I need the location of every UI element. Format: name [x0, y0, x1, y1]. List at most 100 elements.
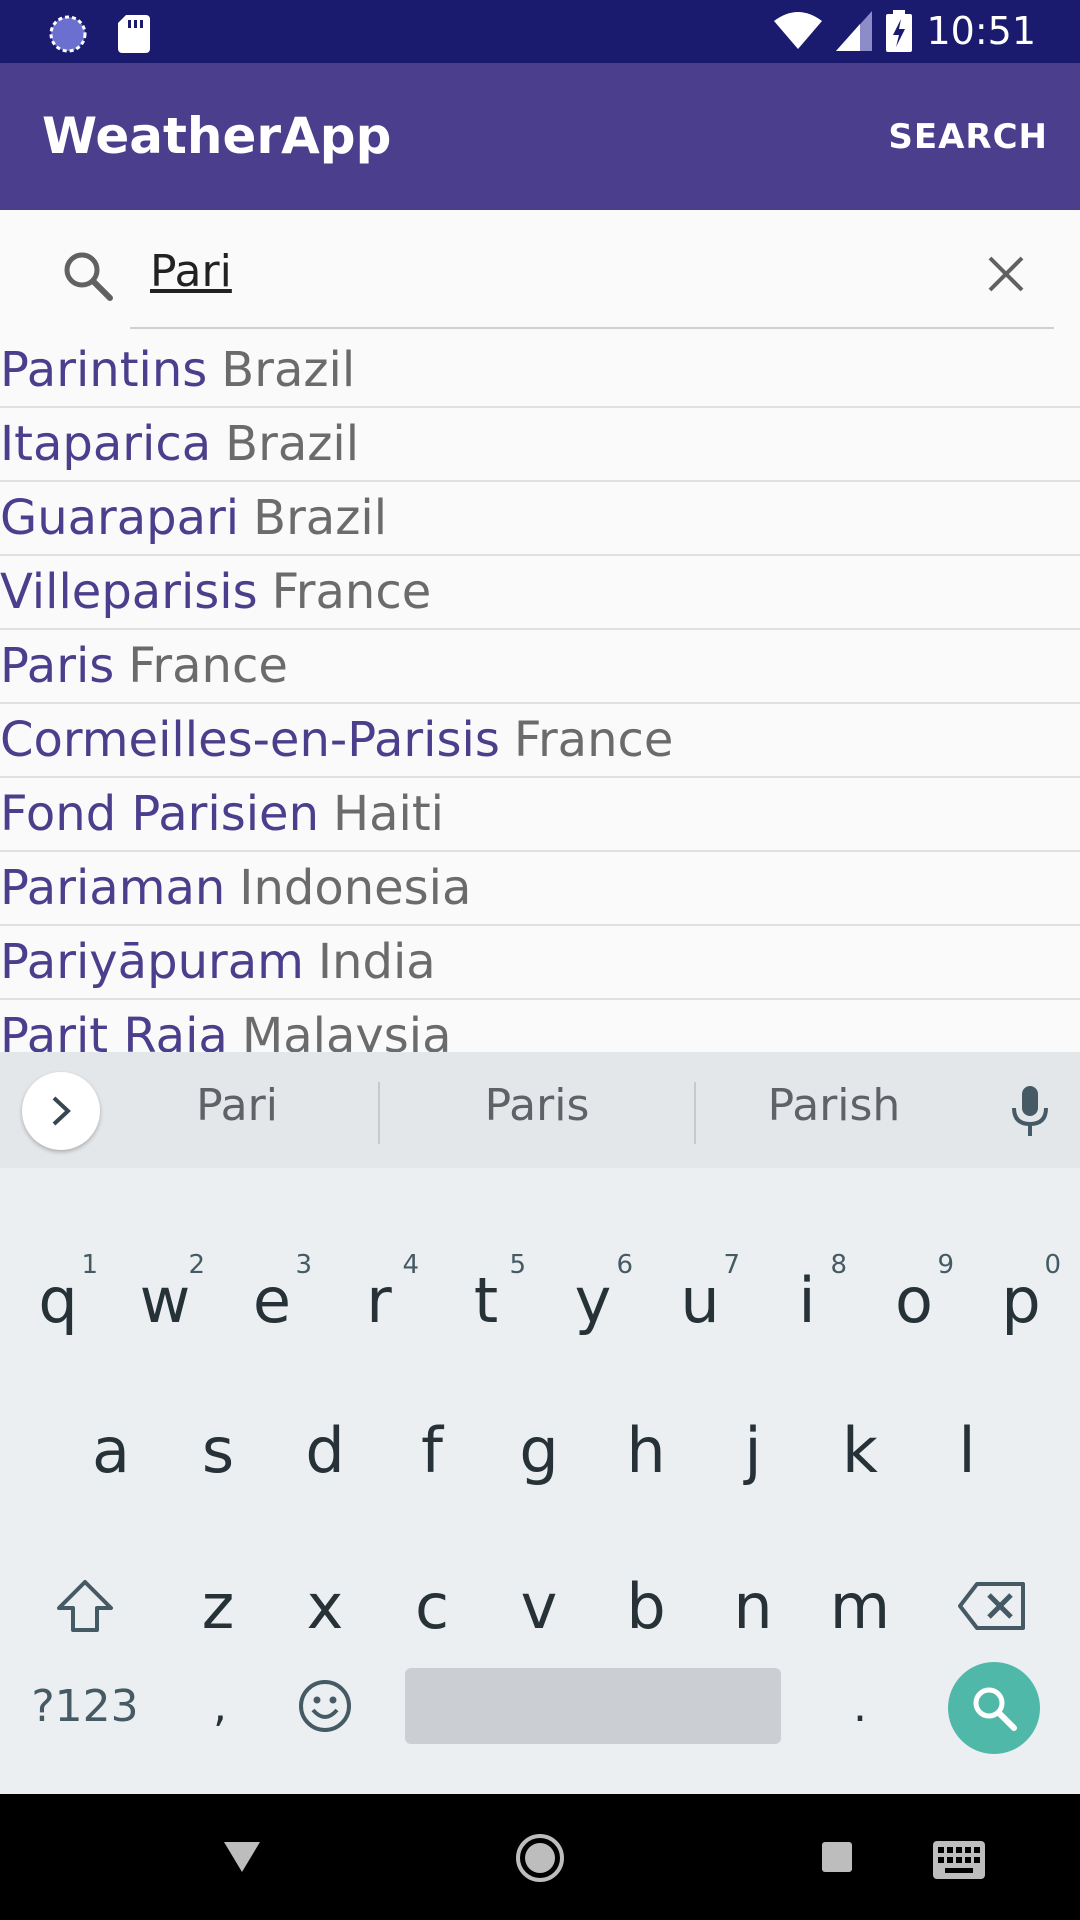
key-h[interactable]: h [596, 1390, 696, 1510]
key-w[interactable]: w2 [115, 1240, 215, 1360]
key-hint: 2 [188, 1250, 205, 1280]
key-u[interactable]: u7 [650, 1240, 750, 1360]
country-name: Indonesia [239, 860, 472, 916]
country-name: Haiti [332, 786, 444, 842]
key-s[interactable]: s [168, 1390, 268, 1510]
key-j[interactable]: j [703, 1390, 803, 1510]
list-item[interactable]: Paris France [0, 630, 1080, 704]
suggestion-1[interactable]: Pari [137, 1080, 337, 1131]
suggestion-strip: Pari Paris Parish [0, 1052, 1080, 1168]
city-name: Parintins [0, 342, 208, 398]
key-g[interactable]: g [489, 1390, 589, 1510]
country-name: Brazil [253, 490, 388, 546]
suggestion-divider [694, 1082, 696, 1144]
recents-nav-icon[interactable] [820, 1840, 854, 1874]
suggestion-3[interactable]: Parish [734, 1080, 934, 1131]
key-n[interactable]: n [703, 1546, 803, 1666]
key-hint: 9 [937, 1250, 954, 1280]
key-hint: 4 [402, 1250, 419, 1280]
key-label: k [842, 1413, 878, 1487]
key-y[interactable]: y6 [543, 1240, 643, 1360]
key-z[interactable]: z [168, 1546, 268, 1666]
key-q[interactable]: q1 [8, 1240, 108, 1360]
key-c[interactable]: c [382, 1546, 482, 1666]
city-name: Pariyāpuram [0, 934, 304, 990]
symbols-key[interactable]: ?123 [20, 1646, 150, 1766]
key-label: y [574, 1263, 612, 1337]
key-m[interactable]: m [810, 1546, 910, 1666]
list-item[interactable]: Itaparica Brazil [0, 408, 1080, 482]
country-name: Brazil [221, 342, 356, 398]
list-item[interactable]: Pariaman Indonesia [0, 852, 1080, 926]
key-v[interactable]: v [489, 1546, 589, 1666]
app-bar: WeatherApp SEARCH [0, 63, 1080, 210]
key-label: r [366, 1263, 392, 1337]
emoji-icon [299, 1680, 351, 1732]
key-hint: 1 [81, 1250, 98, 1280]
key-o[interactable]: o9 [864, 1240, 964, 1360]
key-label: c [414, 1569, 450, 1643]
key-label: s [201, 1413, 235, 1487]
backspace-key[interactable] [942, 1546, 1042, 1666]
expand-toolbar-button[interactable] [22, 1072, 100, 1150]
city-name: Guarapari [0, 490, 240, 546]
signal-icon [836, 11, 873, 51]
key-d[interactable]: d [275, 1390, 375, 1510]
city-name: Fond Parisien [0, 786, 319, 842]
key-hint: 0 [1044, 1250, 1061, 1280]
chevron-right-icon [52, 1096, 71, 1126]
key-e[interactable]: e3 [222, 1240, 322, 1360]
key-label: v [520, 1569, 558, 1643]
key-label: d [305, 1413, 345, 1487]
search-input[interactable]: Pari [150, 246, 232, 297]
country-name: Brazil [225, 416, 360, 472]
space-key[interactable] [405, 1668, 781, 1744]
suggestion-2[interactable]: Paris [437, 1080, 637, 1131]
key-label: j [744, 1413, 762, 1487]
city-name: Villeparisis [0, 564, 258, 620]
key-label: i [798, 1263, 816, 1337]
country-name: Malaysia [241, 1008, 452, 1052]
key-k[interactable]: k [810, 1390, 910, 1510]
key-label: p [1001, 1263, 1041, 1337]
key-x[interactable]: x [275, 1546, 375, 1666]
key-label: w [139, 1263, 191, 1337]
key-r[interactable]: r4 [329, 1240, 429, 1360]
key-label: q [38, 1263, 78, 1337]
list-item[interactable]: Guarapari Brazil [0, 482, 1080, 556]
home-nav-icon[interactable] [514, 1832, 566, 1884]
list-item[interactable]: Fond Parisien Haiti [0, 778, 1080, 852]
list-item[interactable]: Parit Raja Malaysia [0, 1000, 1080, 1052]
list-item[interactable]: Pariyāpuram India [0, 926, 1080, 1000]
keyboard-search-key[interactable] [948, 1662, 1040, 1754]
list-item[interactable]: Villeparisis France [0, 556, 1080, 630]
key-f[interactable]: f [382, 1390, 482, 1510]
back-nav-icon[interactable] [222, 1840, 262, 1874]
app-title: WeatherApp [42, 107, 392, 165]
sd-card-icon [118, 15, 150, 53]
keyboard-switch-icon[interactable] [932, 1840, 986, 1880]
key-i[interactable]: i8 [757, 1240, 857, 1360]
city-name: Itaparica [0, 416, 212, 472]
status-bar: 10:51 [0, 0, 1080, 63]
sync-icon [49, 15, 87, 53]
country-name: France [271, 564, 432, 620]
battery-icon [886, 10, 913, 52]
key-hint: 8 [830, 1250, 847, 1280]
mic-icon[interactable] [1010, 1084, 1050, 1138]
search-action-button[interactable]: SEARCH [888, 117, 1048, 157]
key-b[interactable]: b [596, 1546, 696, 1666]
key-a[interactable]: a [61, 1390, 161, 1510]
list-item[interactable]: Parintins Brazil [0, 334, 1080, 408]
city-name: Pariaman [0, 860, 226, 916]
key-l[interactable]: l [917, 1390, 1017, 1510]
key-p[interactable]: p0 [971, 1240, 1071, 1360]
key-label: a [92, 1413, 130, 1487]
key-label: h [626, 1413, 666, 1487]
search-icon [64, 252, 113, 301]
list-item[interactable]: Cormeilles-en-Parisis France [0, 704, 1080, 778]
key-t[interactable]: t5 [436, 1240, 536, 1360]
clear-icon[interactable] [982, 250, 1030, 298]
country-name: India [317, 934, 436, 990]
results-list: Parintins Brazil Itaparica Brazil Guarapar… [0, 334, 1080, 1052]
